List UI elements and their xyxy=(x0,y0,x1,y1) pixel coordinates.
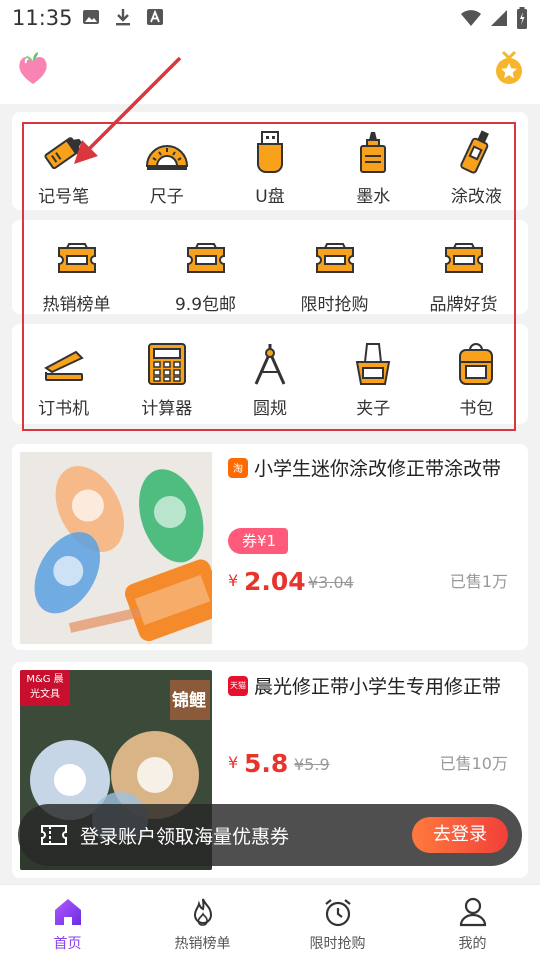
status-time: 11:35 xyxy=(12,6,73,30)
category-label: 夹子 xyxy=(356,399,391,419)
category-stapler[interactable]: 订书机 xyxy=(12,324,115,424)
heart-sprout-icon xyxy=(19,52,47,84)
category-usb-drive[interactable]: U盘 xyxy=(218,112,321,210)
brand-logo-text: M&G 晨光文具 xyxy=(26,674,64,700)
correction-fluid-icon xyxy=(460,130,490,174)
category-marker[interactable]: 记号笔 xyxy=(12,112,115,210)
heart-sprout-button[interactable] xyxy=(16,50,50,90)
product-title-row[interactable]: 淘 小学生迷你涂改修正带涂改带 xyxy=(228,454,518,481)
product-title-row[interactable]: 天猫 晨光修正带小学生专用修正带 xyxy=(228,672,518,699)
price: 2.04 xyxy=(244,567,306,596)
gallery-icon xyxy=(83,10,99,24)
category-ink[interactable]: 墨水 xyxy=(322,112,425,210)
signal-icon xyxy=(491,10,507,26)
binder-clip-icon xyxy=(356,343,391,385)
category-label: 涂改液 xyxy=(450,187,502,207)
price-row: ¥ 5.8 ¥5.9 已售10万 xyxy=(228,742,518,778)
ink-bottle-icon xyxy=(360,132,387,173)
backpack-icon xyxy=(459,343,494,385)
login-button[interactable]: 去登录 xyxy=(412,817,508,853)
marker-icon xyxy=(44,137,82,170)
category-compass[interactable]: 圆规 xyxy=(218,324,321,424)
price: 5.8 xyxy=(244,749,289,778)
correction-tape-image xyxy=(20,452,212,644)
taobao-badge: 淘 xyxy=(228,457,248,478)
category-ruler[interactable]: 尺子 xyxy=(115,112,218,210)
ticket-icon xyxy=(186,243,225,273)
category-label: 热销榜单 xyxy=(42,295,111,315)
wifi-icon xyxy=(461,10,481,26)
ticket-icon xyxy=(444,243,483,273)
product-image[interactable] xyxy=(20,452,212,644)
tab-label: 我的 xyxy=(458,936,487,952)
product-title: 晨光修正带小学生专用修正带 xyxy=(254,676,502,698)
login-banner-text: 登录账户领取海量优惠券 xyxy=(80,826,290,848)
coupon-badge: 券¥1 xyxy=(228,528,289,554)
category-flash-sale[interactable]: 限时抢购 xyxy=(270,220,399,315)
currency-symbol: ¥ xyxy=(228,571,239,590)
product-card[interactable]: 淘 小学生迷你涂改修正带涂改带 券¥1 ¥ 2.04 ¥3.04 已售1万 xyxy=(12,444,528,650)
tab-hot-list[interactable]: 热销榜单 xyxy=(135,885,270,961)
category-hot-list[interactable]: 热销榜单 xyxy=(12,220,141,315)
login-banner[interactable]: 登录账户领取海量优惠券 去登录 xyxy=(18,804,522,866)
original-price: ¥3.04 xyxy=(308,573,354,592)
currency-symbol: ¥ xyxy=(228,753,239,772)
image-overlay-text: 锦鲤 xyxy=(172,691,206,711)
tab-profile[interactable]: 我的 xyxy=(405,885,540,961)
ticket-icon xyxy=(315,243,354,273)
sold-count: 已售1万 xyxy=(449,572,508,591)
category-label: 书包 xyxy=(459,399,494,419)
tab-label: 限时抢购 xyxy=(309,936,366,952)
category-label: 圆规 xyxy=(253,399,287,419)
compass-icon xyxy=(254,344,286,385)
category-row-1: 记号笔 尺子 U盘 墨水 涂改液 xyxy=(12,112,528,210)
alarm-clock-icon xyxy=(324,899,351,927)
sold-count: 已售10万 xyxy=(439,754,508,773)
category-label: U盘 xyxy=(255,187,285,207)
category-row-2: 热销榜单 9.9包邮 限时抢购 品牌好货 xyxy=(12,220,528,315)
category-row-3: 订书机 计算器 圆规 夹子 书包 xyxy=(12,324,528,424)
tab-label: 首页 xyxy=(53,936,82,952)
category-label: 计算器 xyxy=(141,399,193,419)
stapler-icon xyxy=(43,350,84,381)
usb-drive-icon xyxy=(257,131,283,173)
category-backpack[interactable]: 书包 xyxy=(425,324,528,424)
app-header xyxy=(0,36,540,104)
category-label: 品牌好货 xyxy=(429,295,498,315)
category-brand-goods[interactable]: 品牌好货 xyxy=(399,220,528,315)
category-label: 尺子 xyxy=(149,187,184,207)
tmall-badge: 天猫 xyxy=(228,675,248,696)
download-icon xyxy=(116,9,130,26)
star-badge-icon xyxy=(496,50,522,84)
original-price: ¥5.9 xyxy=(294,755,330,774)
product-title: 小学生迷你涂改修正带涂改带 xyxy=(254,458,502,480)
category-label: 9.9包邮 xyxy=(174,295,237,315)
coupon-icon xyxy=(41,825,67,845)
category-label: 限时抢购 xyxy=(300,295,369,315)
tab-home[interactable]: 首页 xyxy=(0,885,135,961)
category-label: 记号笔 xyxy=(38,187,90,207)
tab-label: 热销榜单 xyxy=(174,936,231,952)
a-box-icon xyxy=(147,9,163,25)
user-icon xyxy=(459,897,486,927)
category-99-free-shipping[interactable]: 9.9包邮 xyxy=(141,220,270,315)
category-label: 墨水 xyxy=(356,187,391,207)
ticket-icon xyxy=(57,243,96,273)
status-bar: 11:35 xyxy=(0,0,540,36)
battery-icon xyxy=(517,7,527,29)
tab-flash-sale[interactable]: 限时抢购 xyxy=(270,885,405,961)
ruler-icon xyxy=(145,145,188,170)
home-icon xyxy=(54,899,81,925)
category-binder-clip[interactable]: 夹子 xyxy=(322,324,425,424)
bottom-nav: 首页 热销榜单 限时抢购 我的 xyxy=(0,884,540,961)
calculator-icon xyxy=(147,343,186,385)
category-label: 订书机 xyxy=(38,399,90,419)
price-row: ¥ 2.04 ¥3.04 已售1万 xyxy=(228,560,518,596)
category-correction-fluid[interactable]: 涂改液 xyxy=(425,112,528,210)
star-badge-button[interactable] xyxy=(494,50,524,90)
flame-icon xyxy=(193,898,212,926)
category-calculator[interactable]: 计算器 xyxy=(115,324,218,424)
